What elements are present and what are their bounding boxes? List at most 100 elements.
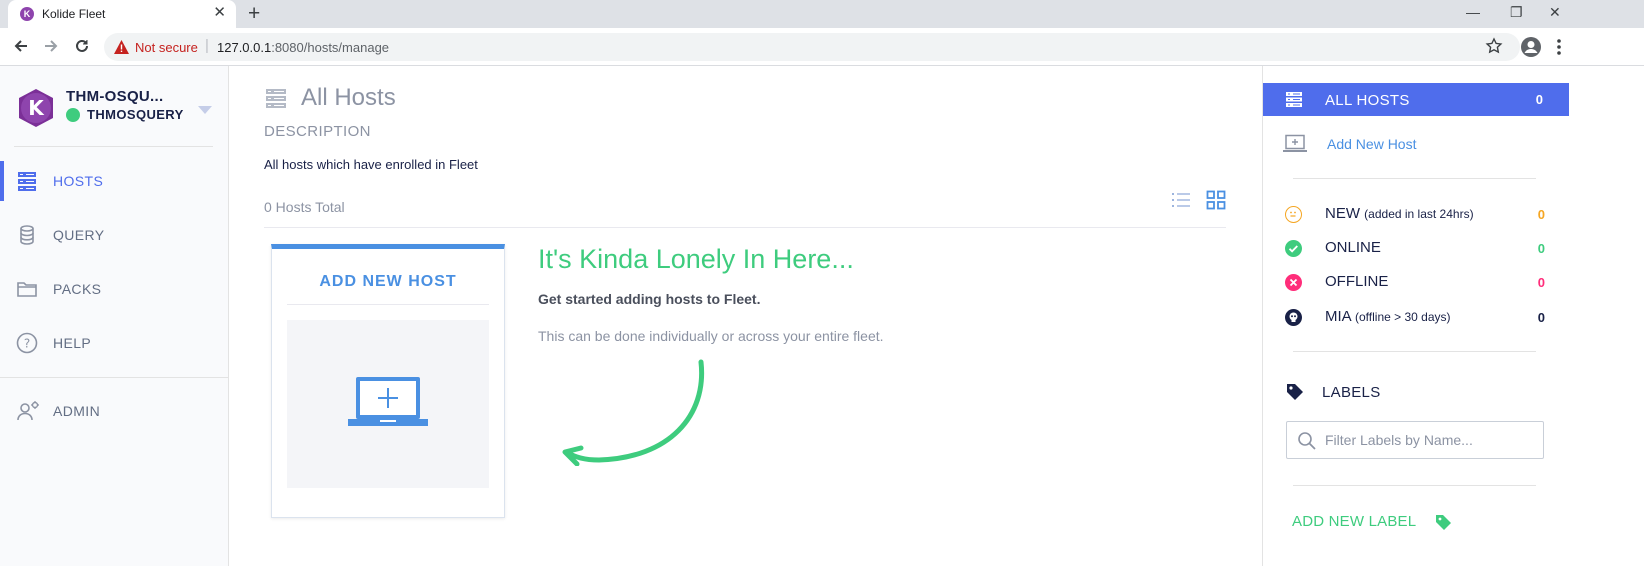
search-icon [1297, 431, 1317, 451]
grid-view-icon[interactable] [1206, 190, 1226, 210]
status-filter-mia[interactable]: MIA (offline > 30 days) 0 [1285, 307, 1545, 327]
sidebar-item-label: HOSTS [53, 173, 104, 189]
status-name: MIA [1325, 308, 1351, 325]
kolide-favicon-icon: K [20, 7, 34, 21]
add-new-host-link[interactable]: Add New Host [1283, 134, 1503, 156]
card-illustration [287, 320, 489, 488]
not-secure-label[interactable]: Not secure [135, 40, 198, 55]
hosts-total: 0 Hosts Total [264, 199, 345, 215]
tab-title: Kolide Fleet [42, 7, 106, 21]
status-label: OFFLINE [1325, 273, 1389, 290]
status-count: 0 [1537, 275, 1545, 290]
add-new-host-title: ADD NEW HOST [319, 273, 457, 290]
empty-state-hint: This can be done individually or across … [538, 328, 884, 344]
browser-menu-icon[interactable] [1556, 38, 1562, 56]
label-filter-input[interactable] [1325, 430, 1535, 450]
hosts-icon [16, 170, 38, 192]
card-divider [287, 304, 489, 305]
label-filter-field[interactable] [1286, 421, 1544, 459]
add-new-label-text: ADD NEW LABEL [1292, 513, 1417, 530]
url-path: :8080/hosts/manage [271, 40, 390, 55]
chevron-down-icon[interactable] [198, 106, 212, 115]
browser-tab[interactable]: K Kolide Fleet ✕ [8, 0, 236, 28]
status-filter-new[interactable]: NEW (added in last 24hrs) 0 [1285, 204, 1545, 224]
description-heading: DESCRIPTION [264, 123, 371, 140]
browser-tab-bar: K Kolide Fleet ✕ + — ❐ ✕ [0, 0, 1644, 28]
status-label: NEW (added in last 24hrs) [1325, 205, 1474, 222]
add-new-host-card[interactable]: ADD NEW HOST [271, 244, 505, 518]
panel-divider [1293, 351, 1536, 352]
status-filter-online[interactable]: ONLINE 0 [1285, 238, 1545, 258]
add-new-host-label: Add New Host [1327, 136, 1417, 152]
empty-state-subheading: Get started adding hosts to Fleet. [538, 291, 761, 307]
status-count: 0 [1537, 310, 1545, 325]
sidebar-divider [14, 146, 213, 147]
hosts-title-icon [265, 87, 287, 109]
database-icon [16, 224, 38, 246]
add-host-laptop-icon [1283, 134, 1307, 154]
all-hosts-count: 0 [1535, 92, 1543, 107]
username: THMOSQUERY [87, 107, 184, 122]
sidebar-divider [0, 377, 228, 378]
laptop-add-icon [348, 375, 428, 427]
close-tab-icon[interactable]: ✕ [213, 5, 226, 21]
panel-divider [1293, 485, 1536, 486]
labels-heading: LABELS [1285, 382, 1380, 402]
online-status-dot [66, 108, 80, 122]
status-name: NEW [1325, 205, 1360, 222]
url-text: 127.0.0.1:8080/hosts/manage [217, 40, 389, 55]
url-field[interactable]: Not secure | 127.0.0.1:8080/hosts/manage [104, 33, 1520, 61]
hosts-icon [1285, 91, 1303, 108]
restore-icon[interactable]: ❐ [1510, 4, 1523, 20]
org-name: THM-OSQU... [66, 88, 164, 105]
sidebar-item-label: PACKS [53, 281, 102, 297]
forward-icon[interactable] [42, 37, 60, 55]
sidebar-item-label: ADMIN [53, 403, 101, 419]
warning-icon [114, 40, 129, 54]
status-label: ONLINE [1325, 239, 1381, 256]
all-hosts-label: ALL HOSTS [1325, 92, 1410, 109]
url-host: 127.0.0.1 [217, 40, 272, 55]
curved-arrow-icon [529, 356, 709, 466]
reload-icon[interactable] [73, 37, 91, 55]
url-separator: | [205, 37, 209, 54]
labels-title: LABELS [1322, 384, 1381, 401]
main-content: All Hosts DESCRIPTION All hosts which ha… [229, 66, 1262, 566]
status-filter-offline[interactable]: OFFLINE 0 [1285, 272, 1545, 292]
new-status-icon [1285, 206, 1302, 223]
profile-icon[interactable] [1520, 36, 1542, 58]
new-tab-icon[interactable]: + [248, 2, 260, 26]
folder-icon [16, 278, 38, 300]
status-count: 0 [1537, 207, 1545, 222]
address-bar: Not secure | 127.0.0.1:8080/hosts/manage [0, 28, 1644, 66]
offline-x-icon [1285, 274, 1302, 291]
active-indicator [0, 161, 4, 201]
bookmark-star-icon[interactable] [1485, 37, 1503, 55]
tag-icon [1285, 382, 1305, 402]
sidebar: K THM-OSQU... THMOSQUERY HOSTS QUERY PAC… [0, 66, 229, 566]
kolide-logo-icon[interactable]: K [16, 88, 56, 128]
sidebar-item-packs[interactable]: PACKS [0, 269, 228, 309]
status-label: MIA (offline > 30 days) [1325, 308, 1451, 325]
sidebar-item-label: QUERY [53, 227, 105, 243]
sidebar-item-help[interactable]: ? HELP [0, 323, 228, 363]
list-view-icon[interactable] [1171, 190, 1191, 210]
content-divider [264, 227, 1226, 228]
help-icon: ? [16, 332, 38, 354]
sidebar-item-query[interactable]: QUERY [0, 215, 228, 255]
sidebar-item-hosts[interactable]: HOSTS [0, 161, 228, 201]
back-icon[interactable] [12, 37, 30, 55]
all-hosts-filter[interactable]: ALL HOSTS 0 [1263, 83, 1569, 116]
logo-letter: K [28, 96, 45, 120]
minimize-icon[interactable]: — [1466, 4, 1480, 20]
sidebar-item-admin[interactable]: ADMIN [0, 391, 228, 431]
tag-add-icon [1435, 514, 1453, 532]
description-text: All hosts which have enrolled in Fleet [264, 157, 478, 172]
host-filters-panel: ALL HOSTS 0 Add New Host NEW (added in l… [1262, 66, 1644, 566]
close-window-icon[interactable]: ✕ [1549, 4, 1561, 20]
add-new-label-button[interactable]: ADD NEW LABEL [1292, 512, 1462, 532]
status-sublabel: (added in last 24hrs) [1364, 207, 1474, 221]
admin-icon [16, 400, 40, 422]
svg-text:?: ? [24, 337, 30, 351]
mia-skull-icon [1285, 309, 1302, 326]
